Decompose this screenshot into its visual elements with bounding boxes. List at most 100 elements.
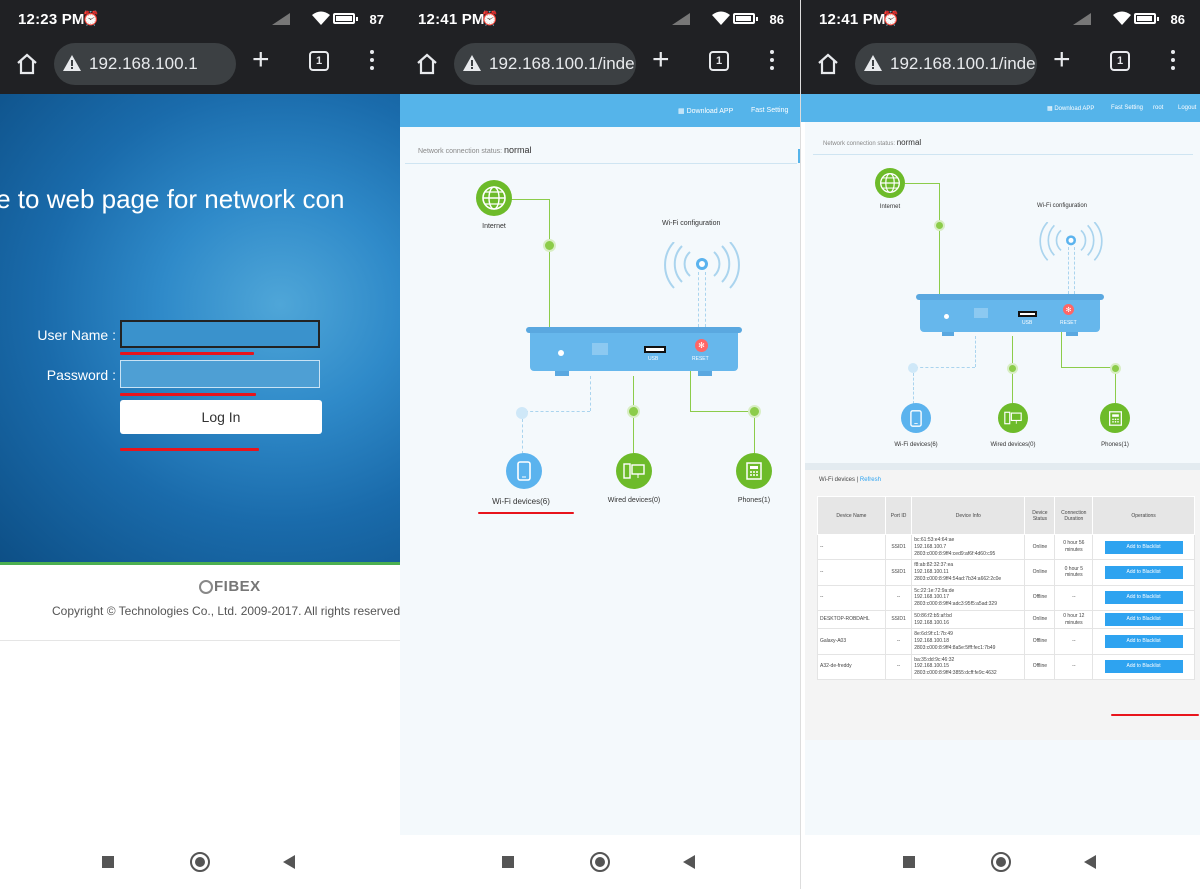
port-id-cell: SSID1 [884,533,913,561]
lan-port-icon [592,343,608,355]
back-icon[interactable] [1084,855,1096,869]
user-root-link[interactable]: root [1153,105,1163,111]
wifi-devices-link[interactable]: Wi-Fi devices(6) [490,497,552,506]
battery-icon [333,13,358,24]
fast-setting-link[interactable]: Fast Setting [751,107,788,114]
annotation-underline [1111,714,1199,716]
smartphone-icon [910,409,922,427]
internet-globe-icon[interactable] [875,168,905,198]
address-bar[interactable]: 192.168.100.1/inde [855,43,1037,85]
link-line [913,373,914,404]
wifi-signal-icon[interactable] [1035,222,1107,272]
link-line [705,272,706,327]
phones-link[interactable]: Phones(1) [730,497,778,504]
android-nav-bar [0,835,400,889]
more-menu-icon[interactable] [370,50,376,74]
home-nav-icon[interactable] [590,852,610,872]
reset-button-icon[interactable]: ✻ [1063,304,1074,315]
recents-icon[interactable] [502,856,514,868]
tab-switcher-button[interactable]: 1 [709,51,729,71]
router-device: USB ✻ RESET [916,294,1104,332]
add-to-blacklist-button[interactable]: Add to Blacklist [1104,566,1183,579]
tab-switcher-button[interactable]: 1 [309,51,329,71]
usb-port-icon [644,346,666,353]
home-icon[interactable] [15,52,39,76]
more-menu-icon[interactable] [770,50,776,74]
login-button[interactable]: Log In [120,400,322,434]
link-line [939,183,940,295]
home-icon[interactable] [816,52,840,76]
wifi-devices-node[interactable] [506,453,542,489]
divider [0,562,400,565]
refresh-link[interactable]: Refresh [860,477,881,483]
phones-link[interactable]: Phones(1) [1097,442,1133,448]
recents-icon[interactable] [903,856,915,868]
router-content: Network connection status: normal Intern… [400,127,800,835]
fibex-logo-icon [199,580,213,594]
logout-link[interactable]: Logout [1178,105,1196,111]
add-to-blacklist-button[interactable]: Add to Blacklist [1104,540,1183,554]
alarm-icon: ⏰ [82,10,100,26]
new-tab-icon[interactable]: + [252,45,270,75]
wired-devices-node[interactable] [616,453,652,489]
warning-icon[interactable] [63,55,81,71]
url-text: 192.168.100.1/inde [489,54,635,73]
warning-icon[interactable] [864,55,882,71]
wifi-devices-link[interactable]: Wi-Fi devices(6) [885,442,947,448]
wifi-config-label: Wi-Fi configuration [1037,203,1088,209]
add-to-blacklist-button[interactable]: Add to Blacklist [1104,660,1183,673]
operations-cell: Add to Blacklist [1092,628,1195,655]
link-dot [543,239,556,252]
phones-node[interactable] [1100,403,1130,433]
tab-switcher-button[interactable]: 1 [1110,51,1130,71]
link-line [690,371,691,411]
wired-devices-link[interactable]: Wired devices(0) [603,497,665,504]
internet-label: Internet [482,223,506,230]
home-icon[interactable] [415,52,439,76]
fast-setting-link[interactable]: Fast Setting [1111,105,1143,111]
device-info-line: 2803:c000:8:9ff4:54ad:7b34:a662:2c0e [914,575,1002,582]
wired-devices-node[interactable] [998,403,1028,433]
new-tab-icon[interactable]: + [652,45,670,75]
device-info-line: 8e:6d:9f:c1:7b:49 [914,631,953,638]
clock: 12:41 PM [819,11,886,28]
download-app-link[interactable]: ▦ Download APP [678,107,733,115]
internet-globe-icon[interactable] [476,180,512,216]
link-line [915,367,975,368]
address-bar[interactable]: 192.168.100.1/inde [454,43,636,85]
phones-node[interactable] [736,453,772,489]
usb-label: USB [1022,320,1033,326]
wired-devices-link[interactable]: Wired devices(0) [985,442,1041,448]
devices-screen: 12:41 PM ⏰ 86 192.168.100.1/inde + 1 ▦ D… [800,0,1200,889]
back-icon[interactable] [283,855,295,869]
link-dot [627,405,640,418]
duration-cell: 0 hour 5 minutes [1054,559,1094,586]
warning-icon[interactable] [463,55,481,71]
home-nav-icon[interactable] [991,852,1011,872]
new-tab-icon[interactable]: + [1053,45,1071,75]
username-input[interactable] [120,320,320,348]
add-to-blacklist-button[interactable]: Add to Blacklist [1104,613,1183,626]
wifi-signal-icon[interactable] [660,242,744,302]
android-nav-bar [400,835,800,889]
reset-button-icon[interactable]: ✻ [695,339,708,352]
device-status-cell: Offline [1024,584,1056,611]
android-nav-bar [801,835,1200,889]
add-to-blacklist-button[interactable]: Add to Blacklist [1104,591,1183,604]
home-nav-icon[interactable] [190,852,210,872]
address-bar[interactable]: 192.168.100.1 [54,43,236,85]
more-menu-icon[interactable] [1171,50,1177,74]
add-to-blacklist-button[interactable]: Add to Blacklist [1104,635,1183,648]
wifi-devices-node[interactable] [901,403,931,433]
download-app-link[interactable]: ▦ Download APP [1047,105,1094,112]
usb-label: USB [648,356,659,362]
duration-cell: 0 hour 56 minutes [1054,533,1094,561]
table-row: -- SSID1 bc:61:53:e4:64:ae 192.168.100.7 280… [817,533,1195,561]
operations-cell: Add to Blacklist [1092,559,1195,586]
device-info-cell: 5c:22:1e:72:9a:de 192.168.100.17 2803:c000… [911,584,1026,611]
device-name-cell: DESKTOP-ROBDAHL [817,609,886,630]
password-input[interactable] [120,360,320,388]
device-info-line: f8:ab:82:32:37:ea [914,562,954,569]
back-icon[interactable] [683,855,695,869]
recents-icon[interactable] [102,856,114,868]
